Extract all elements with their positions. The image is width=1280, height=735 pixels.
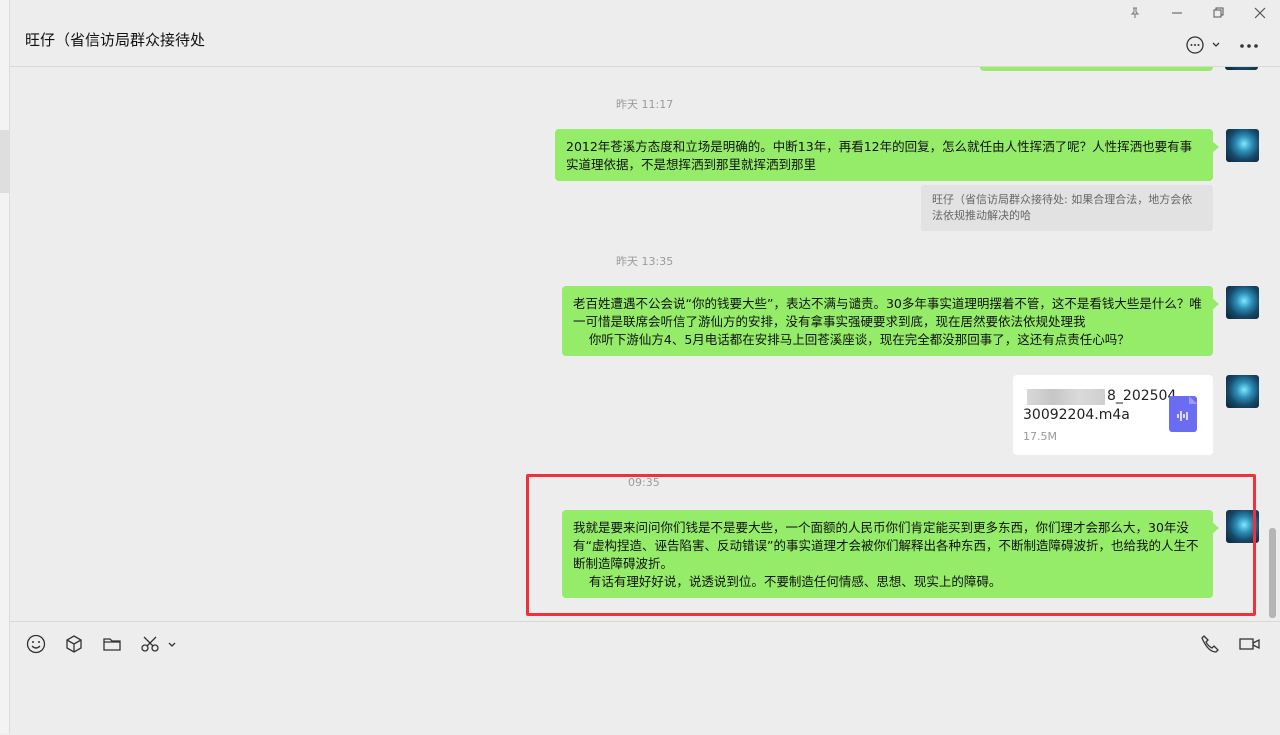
timestamp: 昨天 11:17: [616, 98, 674, 111]
message-bubble[interactable]: 老百姓遭遇不公会说“你的钱要大些”，表达不满与谴责。30多年事实道理明摆着不管，…: [562, 286, 1219, 356]
scrollbar[interactable]: [1269, 528, 1276, 618]
emoji-icon[interactable]: [26, 634, 46, 658]
more-dots-icon[interactable]: [1239, 36, 1259, 58]
timestamp: 昨天 13:35: [616, 255, 674, 268]
input-toolbar: [10, 621, 1280, 735]
message-text: 你听下游仙方4、5月电话都在安排马上回苍溪座谈，现在完全都没那回事了，这还有点责…: [573, 332, 1130, 347]
close-icon[interactable]: [1248, 6, 1272, 26]
previous-message-bubble: [980, 67, 1213, 71]
quoted-reply[interactable]: 旺仔（省信访局群众接待处: 如果合理合法，地方会依法依规推动解决的哈: [921, 185, 1213, 231]
chat-bubble-icon[interactable]: [1186, 36, 1220, 58]
left-panel-edge: [0, 0, 10, 734]
file-name: 8_202504: [1107, 388, 1177, 404]
chat-header: 旺仔（省信访局群众接待处: [10, 0, 1280, 67]
video-icon[interactable]: [1239, 634, 1261, 658]
file-name: 30092204.m4a: [1023, 407, 1130, 423]
minimize-icon[interactable]: [1165, 6, 1189, 26]
audio-file-icon: [1169, 396, 1197, 432]
folder-icon[interactable]: [102, 634, 122, 658]
avatar[interactable]: [1226, 129, 1259, 162]
maximize-icon[interactable]: [1206, 6, 1230, 26]
avatar[interactable]: [1225, 67, 1258, 70]
file-message[interactable]: 8_202504 30092204.m4a 17.5M: [1013, 375, 1213, 455]
scissors-icon[interactable]: [140, 634, 180, 658]
chat-title: 旺仔（省信访局群众接待处: [25, 31, 206, 49]
pin-icon[interactable]: [1123, 6, 1147, 26]
message-text: 2012年苍溪方态度和立场是明确的。中断13年，再看12年的回复，怎么就任由人性…: [566, 139, 1193, 172]
avatar[interactable]: [1226, 375, 1259, 408]
selected-conversation-marker: [0, 130, 9, 193]
highlight-box: [526, 474, 1256, 616]
message-bubble[interactable]: 2012年苍溪方态度和立场是明确的。中断13年，再看12年的回复，怎么就任由人性…: [555, 129, 1219, 181]
box-icon[interactable]: [64, 634, 84, 658]
file-size: 17.5M: [1023, 430, 1057, 443]
avatar[interactable]: [1226, 286, 1259, 319]
phone-icon[interactable]: [1200, 634, 1220, 658]
blurred-filename: [1027, 389, 1105, 405]
message-text: 老百姓遭遇不公会说“你的钱要大些”，表达不满与谴责。30多年事实道理明摆着不管，…: [573, 296, 1202, 329]
